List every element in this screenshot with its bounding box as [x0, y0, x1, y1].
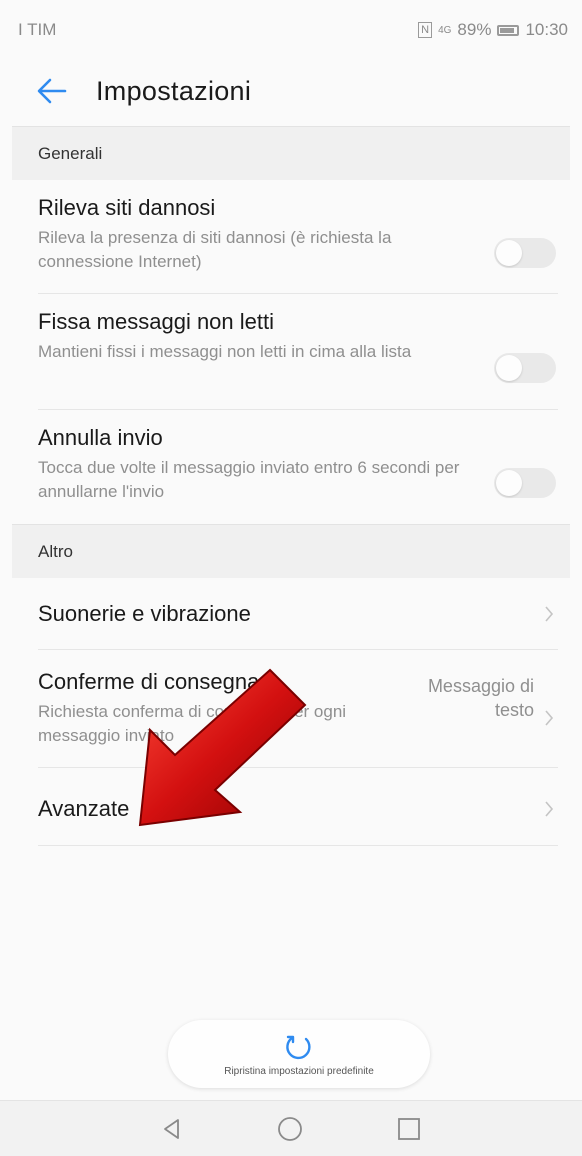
setting-suonerie-vibrazione[interactable]: Suonerie e vibrazione — [38, 578, 558, 650]
toggle-switch[interactable] — [494, 237, 556, 268]
chevron-right-icon — [545, 800, 554, 817]
toggle-knob — [496, 239, 522, 266]
section-header-generali: Generali — [12, 126, 570, 180]
nav-back-icon[interactable] — [160, 1117, 184, 1141]
setting-fissa-messaggi[interactable]: Fissa messaggi non letti Mantieni fissi … — [38, 308, 558, 410]
chevron-right-icon — [545, 709, 554, 726]
setting-title: Rileva siti dannosi — [38, 195, 216, 220]
setting-avanzate[interactable]: Avanzate — [38, 772, 558, 846]
setting-subtitle: Mantieni fissi i messaggi non letti in c… — [38, 342, 412, 361]
setting-subtitle: Tocca due volte il messaggio inviato ent… — [38, 458, 460, 501]
nfc-icon: N — [418, 22, 433, 38]
toggle-knob — [496, 354, 522, 381]
clock: 10:30 — [525, 20, 568, 39]
reset-defaults-label: Ripristina impostazioni predefinite — [224, 1065, 374, 1077]
battery-percent: 89% — [457, 20, 492, 39]
setting-value: Messaggio di testo — [394, 674, 534, 722]
chevron-right-icon — [545, 605, 554, 622]
setting-title: Annulla invio — [38, 425, 163, 450]
toggle-knob — [496, 470, 522, 496]
setting-title: Fissa messaggi non letti — [38, 309, 274, 334]
status-bar: I TIM N 4G 89% 10:30 — [0, 0, 582, 60]
section-header-altro: Altro — [12, 524, 570, 578]
nav-recents-icon[interactable] — [396, 1116, 422, 1142]
battery-icon — [497, 24, 520, 36]
setting-subtitle: Rileva la presenza di siti dannosi (è ri… — [38, 228, 392, 271]
page-title: Impostazioni — [96, 75, 252, 106]
setting-value-line2: testo — [494, 700, 534, 720]
signal-icon: 4G — [438, 24, 452, 36]
toggle-switch[interactable] — [494, 468, 556, 498]
navigation-bar — [0, 1100, 582, 1156]
refresh-icon — [286, 1035, 311, 1059]
back-arrow-icon[interactable] — [32, 71, 72, 111]
nav-home-icon[interactable] — [276, 1115, 304, 1143]
carrier-label: I TIM — [18, 20, 57, 39]
toggle-switch[interactable] — [494, 352, 556, 383]
status-icons: N 4G 89% 10:30 — [418, 20, 568, 40]
setting-subtitle: Richiesta conferma di consegna per ogni … — [38, 702, 347, 745]
setting-rileva-siti-dannosi[interactable]: Rileva siti dannosi Rileva la presenza d… — [38, 194, 558, 294]
reset-defaults-button[interactable]: Ripristina impostazioni predefinite — [168, 1020, 430, 1088]
setting-annulla-invio[interactable]: Annulla invio Tocca due volte il messagg… — [38, 424, 558, 524]
setting-title: Avanzate — [38, 795, 130, 821]
setting-value-line1: Messaggio di — [427, 676, 534, 696]
app-bar: Impostazioni — [0, 60, 582, 122]
setting-conferme-consegna[interactable]: Conferme di consegna Richiesta conferma … — [38, 668, 558, 768]
setting-title: Suonerie e vibrazione — [38, 600, 251, 626]
